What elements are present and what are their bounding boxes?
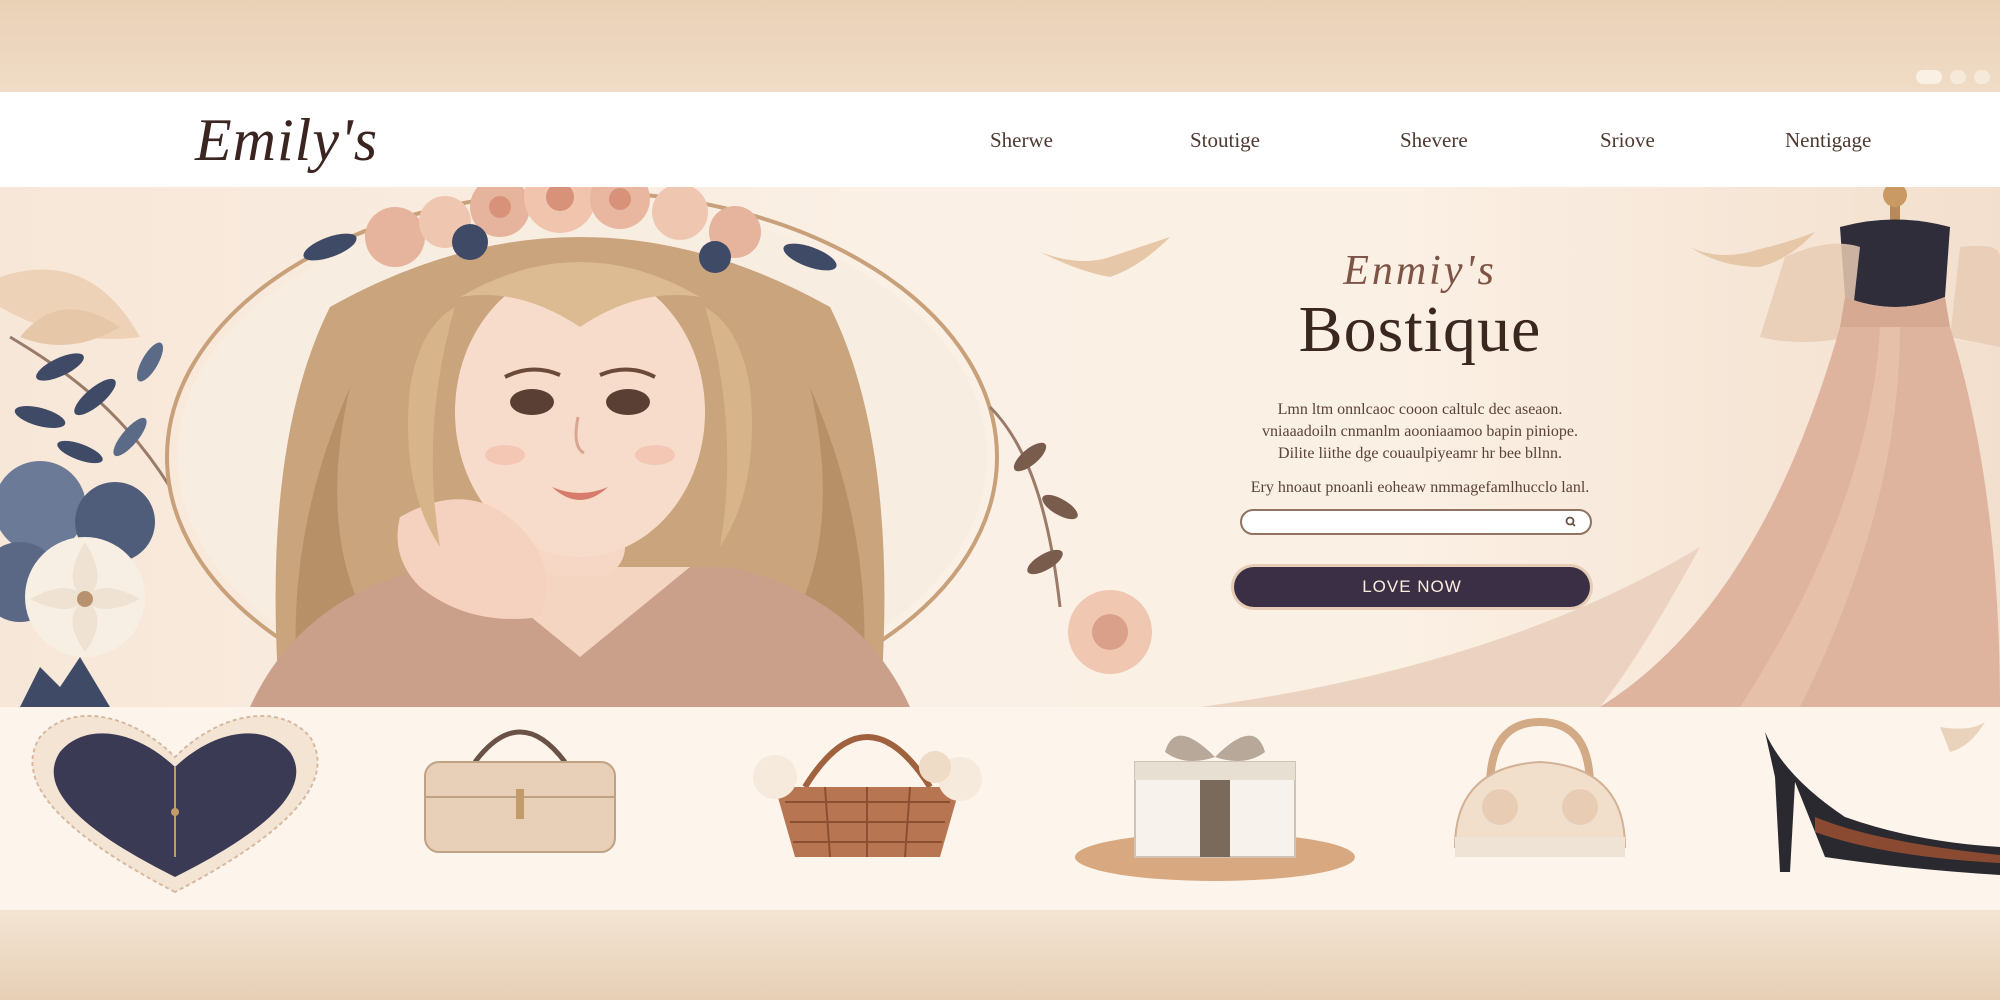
love-now-button[interactable]: LOVE NOW (1234, 567, 1590, 607)
hero-description-line: Dilite liithe dge couaulpiyeamr hr bee b… (1278, 445, 1562, 462)
search-input[interactable] (1256, 512, 1560, 534)
nav-item-2[interactable]: Stoutige (1190, 128, 1400, 153)
heart-pillow-icon[interactable] (10, 707, 340, 910)
navbar: Emily's Sherwe Stoutige Shevere Sriove N… (0, 92, 2000, 187)
outer-frame-bottom (0, 910, 2000, 1000)
nav-item-4[interactable]: Sriove (1600, 128, 1785, 153)
carousel-dot[interactable] (1950, 70, 1966, 84)
carousel-dot[interactable] (1974, 70, 1990, 84)
outer-frame-top (0, 0, 2000, 92)
handbag-icon[interactable] (420, 707, 620, 910)
hero-tagline: Ery hnoaut pnoanli eoheaw nmmagefamlhucc… (1250, 479, 1590, 496)
website-mockup: Emily's Sherwe Stoutige Shevere Sriove N… (0, 92, 2000, 910)
hero-script-name: Enmiy's (1343, 248, 1497, 294)
search-icon[interactable] (1564, 515, 1578, 529)
search-box[interactable] (1240, 509, 1592, 535)
hero-illustration (0, 187, 2000, 707)
gift-box-icon[interactable] (1065, 707, 1365, 910)
carousel-dot[interactable] (1916, 70, 1942, 84)
carousel-dots[interactable] (1916, 70, 1990, 84)
main-nav: Sherwe Stoutige Shevere Sriove Nentigage (990, 128, 1871, 153)
nav-item-1[interactable]: Sherwe (990, 128, 1190, 153)
site-logo[interactable]: Emily's (195, 106, 378, 175)
hero-banner: Enmiy's Bostique Lmn ltm onnlcaoc cooon … (0, 187, 2000, 707)
hero-title: Bostique (1298, 293, 1542, 366)
hero-text-block: Enmiy's Bostique Lmn ltm onnlcaoc cooon … (1140, 247, 1700, 528)
nav-item-3[interactable]: Shevere (1400, 128, 1600, 153)
hero-description-line: vniaaadoiln cnmanlm aooniaamoo bapin pin… (1262, 423, 1578, 440)
basket-icon[interactable] (735, 707, 1000, 910)
nav-item-5[interactable]: Nentigage (1785, 128, 1871, 153)
hero-description: Lmn ltm onnlcaoc cooon caltulc dec aseao… (1140, 399, 1700, 465)
product-strip (0, 707, 2000, 910)
high-heel-icon[interactable] (1755, 707, 2000, 910)
purse-icon[interactable] (1440, 707, 1640, 910)
hero-description-line: Lmn ltm onnlcaoc cooon caltulc dec aseao… (1277, 401, 1563, 418)
